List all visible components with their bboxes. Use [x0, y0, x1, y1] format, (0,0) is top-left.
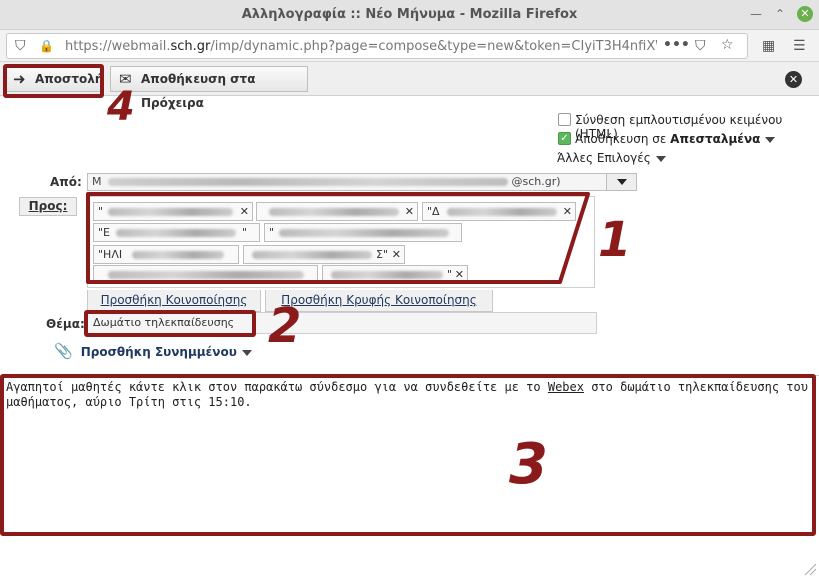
url-bar[interactable]: ⛉ 🔒 https://webmail.sch.gr/imp/dynamic.p… — [6, 33, 748, 59]
navigation-bar: ⛉ 🔒 https://webmail.sch.gr/imp/dynamic.p… — [0, 30, 819, 62]
attachment-label: Προσθήκη Συνημμένου — [80, 345, 237, 359]
annotation-recipients-box — [86, 192, 590, 284]
save-in-text[interactable]: Αποθήκευση σε Απεσταλμένα — [575, 132, 776, 146]
hamburger-menu-icon[interactable]: ☰ — [793, 37, 806, 55]
from-label: Από: — [50, 175, 82, 189]
annotation-send-box — [3, 64, 104, 98]
extensions-icon[interactable]: ▦ — [762, 37, 775, 55]
resize-grip-icon[interactable] — [803, 562, 817, 576]
lock-icon[interactable]: 🔒 — [39, 37, 54, 55]
window-titlebar: Αλληλογραφία :: Νέο Μήνυμα - Mozilla Fir… — [0, 0, 819, 30]
annotation-number-1: 1 — [598, 212, 632, 268]
window-close-icon[interactable]: ✕ — [797, 6, 813, 22]
annotation-number-4: 4 — [107, 84, 135, 130]
save-sent-checkbox[interactable]: ✓ — [558, 132, 571, 145]
chevron-down-icon — [617, 179, 627, 185]
pocket-icon[interactable]: ⛉ — [695, 37, 706, 55]
close-compose-icon[interactable]: ✕ — [785, 71, 802, 88]
url-path: /imp/dynamic.php?page=compose&type=new&t… — [210, 39, 657, 54]
from-dropdown-arrow[interactable] — [606, 174, 636, 190]
to-address-book-button[interactable]: Προς: — [19, 197, 77, 216]
add-cc-button[interactable]: Προσθήκη Κοινοποίησης (cc) — [87, 290, 261, 327]
from-select[interactable]: M @sch.gr) — [87, 173, 637, 191]
save-draft-button[interactable]: ✉ Αποθήκευση στα Πρόχειρα — [110, 66, 308, 110]
url-domain: sch.gr — [170, 39, 211, 54]
page-actions-icon[interactable]: ••• — [663, 36, 690, 54]
minimize-icon[interactable]: — — [748, 6, 764, 22]
chevron-down-icon — [655, 155, 666, 162]
chevron-down-icon — [765, 136, 776, 143]
url-prefix: https://webmail. — [65, 39, 171, 54]
window-title: Αλληλογραφία :: Νέο Μήνυμα - Mozilla Fir… — [241, 7, 578, 22]
paperclip-icon: 📎 — [54, 342, 73, 360]
save-draft-label: Αποθήκευση στα Πρόχειρα — [141, 72, 256, 110]
subject-label: Θέμα: — [46, 317, 85, 331]
annotation-number-2: 2 — [268, 298, 302, 354]
other-options-label: Άλλες Επιλογές — [557, 151, 651, 165]
annotation-subject-box — [84, 310, 256, 337]
save-folder-name: Απεσταλμένα — [670, 132, 761, 146]
chevron-down-icon — [241, 349, 252, 356]
from-value-suffix: @sch.gr) — [511, 175, 561, 188]
save-in-label: Αποθήκευση σε — [575, 132, 667, 146]
annotation-number-3: 3 — [509, 432, 548, 497]
url-text[interactable]: https://webmail.sch.gr/imp/dynamic.php?p… — [65, 39, 657, 54]
html-compose-checkbox[interactable] — [558, 113, 571, 126]
add-attachment-button[interactable]: 📎 Προσθήκη Συνημμένου — [54, 342, 252, 360]
other-options-dropdown[interactable]: Άλλες Επιλογές — [557, 151, 666, 165]
from-value-prefix: M — [92, 175, 102, 188]
bookmark-star-icon[interactable]: ☆ — [721, 36, 734, 54]
annotation-body-box — [0, 374, 816, 536]
redacted-sender — [107, 178, 508, 186]
maximize-icon[interactable]: ⌃ — [772, 6, 788, 22]
shield-icon[interactable]: ⛉ — [15, 37, 26, 55]
